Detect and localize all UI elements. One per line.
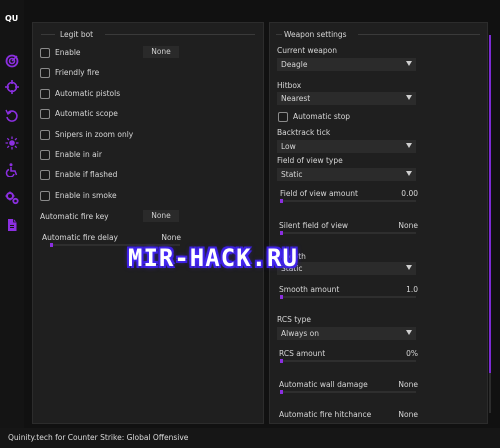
rcs-type-label: RCS type	[277, 315, 311, 324]
hitbox-dropdown[interactable]: Nearest	[277, 92, 416, 105]
slider-handle[interactable]	[50, 243, 53, 247]
slider-handle[interactable]	[280, 390, 283, 394]
checkbox-label: Automatic pistols	[55, 89, 121, 98]
checkbox-label: Automatic stop	[293, 112, 351, 121]
checkbox-label: Friendly fire	[55, 68, 100, 77]
gears-icon[interactable]	[5, 191, 19, 205]
watermark: MIR-HACK.RU	[128, 244, 298, 272]
silent-fov-label: Silent field of view	[279, 221, 349, 230]
checkbox-box[interactable]	[278, 112, 288, 122]
smooth-amount-slider[interactable]	[280, 295, 416, 299]
sun-icon[interactable]	[5, 136, 19, 150]
scrollbar-thumb[interactable]	[489, 35, 491, 373]
checkbox-label: Enable	[55, 48, 81, 57]
title-divider	[358, 34, 480, 35]
hitbox-label: Hitbox	[277, 81, 302, 90]
silent-fov-value: None	[398, 221, 418, 230]
hitchance-label: Automatic fire hitchance	[279, 410, 372, 419]
fov-amount-label: Field of view amount	[280, 189, 358, 198]
chevron-down-icon	[406, 143, 412, 148]
dropdown-value: Nearest	[281, 94, 311, 103]
chevron-down-icon	[406, 95, 412, 100]
title-divider	[41, 34, 55, 35]
wall-damage-value: None	[398, 380, 418, 389]
chevron-down-icon	[406, 61, 412, 66]
checkbox-label: Enable if flashed	[55, 170, 118, 179]
dropdown-value: Deagle	[281, 60, 308, 69]
file-icon[interactable]	[5, 218, 19, 232]
panel-title: Weapon settings	[284, 30, 347, 39]
footer-bar: Quinity.tech for Counter Strike: Global …	[0, 428, 500, 448]
refresh-icon[interactable]	[5, 109, 19, 123]
wheelchair-icon[interactable]	[5, 163, 19, 177]
slider-handle[interactable]	[280, 359, 283, 363]
slider-handle[interactable]	[280, 199, 283, 203]
dropdown-value: Low	[281, 142, 296, 151]
fov-amount-value: 0.00	[401, 189, 418, 198]
checkbox-box[interactable]	[40, 89, 50, 99]
checkbox-label: Enable in smoke	[55, 191, 117, 200]
current-weapon-label: Current weapon	[277, 46, 337, 55]
checkbox-label: Enable in air	[55, 150, 102, 159]
enable-key-button[interactable]: None	[143, 46, 179, 58]
smooth-amount-value: 1.0	[406, 285, 418, 294]
fire-key-label: Automatic fire key	[40, 212, 109, 221]
panel-title: Legit bot	[60, 30, 94, 39]
scrollbar-track[interactable]	[489, 373, 491, 413]
sidebar: QU	[0, 0, 24, 448]
checkbox-box[interactable]	[40, 191, 50, 201]
weapon-settings-panel: Weapon settings Current weapon Deagle Hi…	[269, 22, 488, 424]
crosshair-icon[interactable]	[5, 80, 19, 94]
aimbot-icon[interactable]	[5, 54, 19, 68]
app-logo: QU	[5, 14, 19, 23]
dropdown-value: Always on	[281, 329, 320, 338]
checkbox-box[interactable]	[40, 109, 50, 119]
checkbox-label: Snipers in zoom only	[55, 130, 134, 139]
chevron-down-icon	[406, 171, 412, 176]
backtrack-dropdown[interactable]: Low	[277, 140, 416, 153]
chevron-down-icon	[406, 330, 412, 335]
fov-type-dropdown[interactable]: Static	[277, 168, 416, 181]
fire-key-button[interactable]: None	[143, 210, 179, 222]
rcs-amount-value: 0%	[406, 349, 418, 358]
rcs-amount-slider[interactable]	[280, 359, 416, 363]
checkbox-box[interactable]	[40, 170, 50, 180]
rcs-amount-label: RCS amount	[279, 349, 326, 358]
dropdown-value: Static	[281, 170, 303, 179]
silent-fov-slider[interactable]	[280, 231, 416, 235]
footer-text: Quinity.tech for Counter Strike: Global …	[8, 433, 189, 442]
checkbox-box[interactable]	[40, 68, 50, 78]
checkbox-box[interactable]	[40, 130, 50, 140]
smooth-amount-label: Smooth amount	[279, 285, 340, 294]
title-divider	[276, 34, 282, 35]
current-weapon-dropdown[interactable]: Deagle	[277, 58, 416, 71]
checkbox-box[interactable]	[40, 48, 50, 58]
slider-handle[interactable]	[280, 231, 283, 235]
fov-amount-slider[interactable]	[280, 199, 416, 203]
fire-delay-label: Automatic fire delay	[42, 233, 118, 242]
backtrack-label: Backtrack tick	[277, 128, 331, 137]
hitchance-value: None	[398, 410, 418, 419]
fov-type-label: Field of view type	[277, 156, 343, 165]
wall-damage-slider[interactable]	[280, 390, 416, 394]
title-divider	[105, 34, 255, 35]
enable-checkbox[interactable]: Enable	[40, 48, 140, 60]
fire-delay-value: None	[161, 233, 181, 242]
rcs-type-dropdown[interactable]: Always on	[277, 327, 416, 340]
checkbox-label: Automatic scope	[55, 109, 118, 118]
legit-bot-panel: Legit bot Enable None Friendly fire Auto…	[32, 22, 264, 424]
wall-damage-label: Automatic wall damage	[279, 380, 368, 389]
checkbox-box[interactable]	[40, 150, 50, 160]
slider-handle[interactable]	[280, 295, 283, 299]
chevron-down-icon	[406, 265, 412, 270]
